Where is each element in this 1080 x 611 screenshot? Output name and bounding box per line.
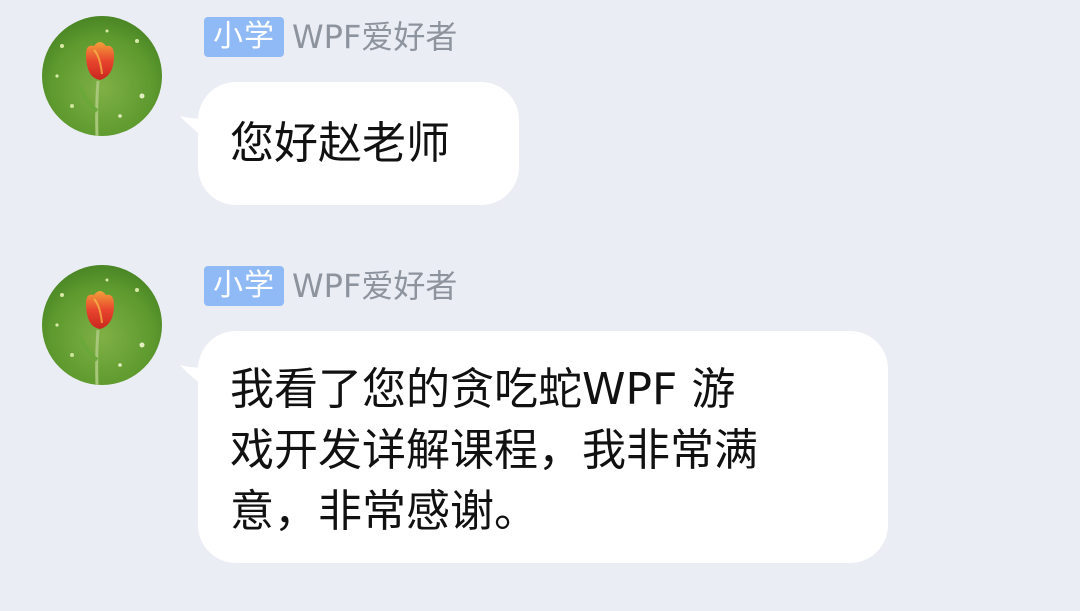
sender-line: 小学 WPF爱好者 <box>204 266 457 306</box>
sender-name[interactable]: WPF爱好者 <box>292 266 457 306</box>
avatar[interactable] <box>42 16 162 136</box>
sender-name[interactable]: WPF爱好者 <box>292 17 457 57</box>
avatar[interactable] <box>42 265 162 385</box>
sender-line: 小学 WPF爱好者 <box>204 17 457 57</box>
tulip-avatar-icon <box>42 265 162 385</box>
message-bubble[interactable]: 您好赵老师 <box>198 82 519 205</box>
level-badge: 小学 <box>204 17 284 57</box>
message-text: 您好赵老师 <box>230 118 450 169</box>
level-badge: 小学 <box>204 266 284 306</box>
tulip-avatar-icon <box>42 16 162 136</box>
message-text: 我看了您的贪吃蛇WPF 游 戏开发详解课程，我非常满 意，非常感谢。 <box>230 364 758 537</box>
chat-view: 小学 WPF爱好者 您好赵老师 小学 WPF爱好者 我看了您的贪吃蛇WPF 游 … <box>0 0 1080 611</box>
message-bubble[interactable]: 我看了您的贪吃蛇WPF 游 戏开发详解课程，我非常满 意，非常感谢。 <box>198 331 888 563</box>
